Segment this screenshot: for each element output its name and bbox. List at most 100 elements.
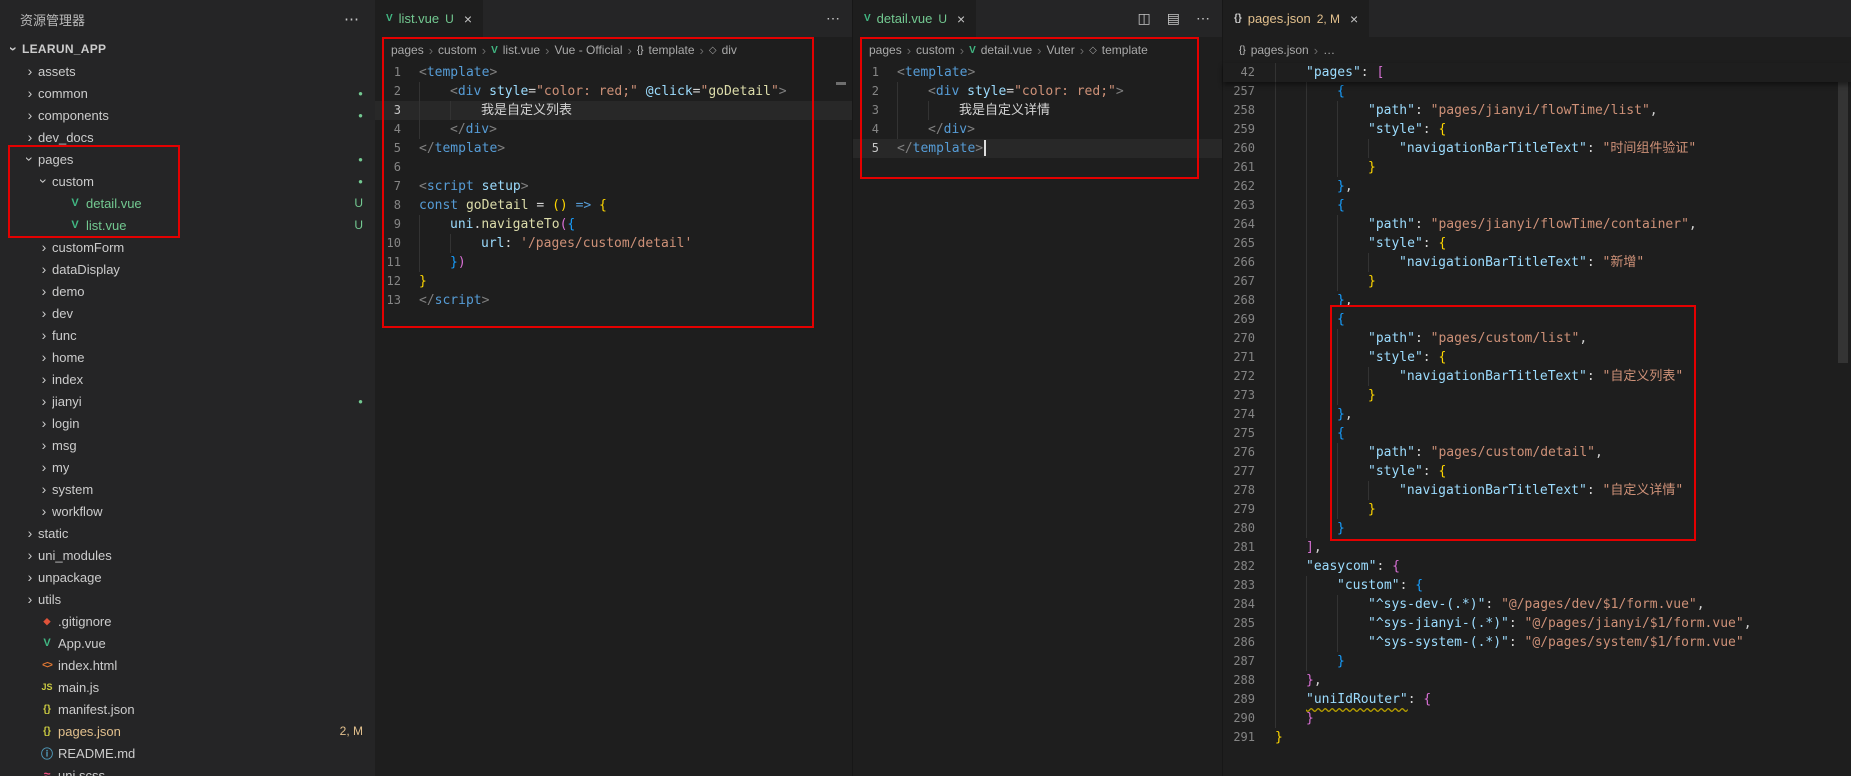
code-line[interactable]: 13</script> (375, 291, 852, 310)
code-line[interactable]: 264"path": "pages/jianyi/flowTime/contai… (1223, 215, 1851, 234)
breadcrumb-item[interactable]: pages (869, 43, 902, 57)
code-line[interactable]: 275{ (1223, 424, 1851, 443)
tree-item-jianyi[interactable]: ›jianyi● (0, 390, 375, 412)
tree-item-pages[interactable]: ›pages● (0, 148, 375, 170)
code-line[interactable]: 260"navigationBarTitleText": "时间组件验证" (1223, 139, 1851, 158)
breadcrumb-item[interactable]: {}template (637, 43, 695, 57)
code-line[interactable]: 291} (1223, 728, 1851, 747)
tree-item-login[interactable]: ›login (0, 412, 375, 434)
tree-item-utils[interactable]: ›utils (0, 588, 375, 610)
code-line[interactable]: 274}, (1223, 405, 1851, 424)
breadcrumb-item[interactable]: custom (916, 43, 955, 57)
code-line[interactable]: 2<div style="color: red;" @click="goDeta… (375, 82, 852, 101)
tree-item-custom[interactable]: ›custom● (0, 170, 375, 192)
layout-icon[interactable]: ▤ (1167, 10, 1180, 27)
tree-item-msg[interactable]: ›msg (0, 434, 375, 456)
code-line[interactable]: 8const goDetail = () => { (375, 196, 852, 215)
code-line[interactable]: 279} (1223, 500, 1851, 519)
code-line[interactable]: 7<script setup> (375, 177, 852, 196)
code-line[interactable]: 286"^sys-system-(.*)": "@/pages/system/$… (1223, 633, 1851, 652)
tree-item-dataDisplay[interactable]: ›dataDisplay (0, 258, 375, 280)
breadcrumb-item[interactable]: {}pages.json (1239, 43, 1309, 57)
breadcrumb-item[interactable]: Vuter (1046, 43, 1074, 57)
tree-item-dev[interactable]: ›dev (0, 302, 375, 324)
code-line[interactable]: 1<template> (853, 63, 1222, 82)
close-icon[interactable]: × (957, 11, 965, 27)
code-line[interactable]: 281], (1223, 538, 1851, 557)
code-line[interactable]: 283"custom": { (1223, 576, 1851, 595)
code-line[interactable]: 272"navigationBarTitleText": "自定义列表" (1223, 367, 1851, 386)
tree-item-uni.scss[interactable]: ≈uni.scss (0, 764, 375, 776)
tab-list.vue[interactable]: Vlist.vueU× (375, 0, 484, 37)
tree-item-system[interactable]: ›system (0, 478, 375, 500)
tree-item-App.vue[interactable]: VApp.vue (0, 632, 375, 654)
tree-item-static[interactable]: ›static (0, 522, 375, 544)
code-line[interactable]: 261} (1223, 158, 1851, 177)
breadcrumb-item[interactable]: pages (391, 43, 424, 57)
tree-item-detail.vue[interactable]: Vdetail.vueU (0, 192, 375, 214)
breadcrumb-item[interactable]: … (1323, 43, 1335, 57)
breadcrumb-item[interactable]: custom (438, 43, 477, 57)
close-icon[interactable]: × (464, 11, 472, 27)
tree-item-uni_modules[interactable]: ›uni_modules (0, 544, 375, 566)
code-line[interactable]: 284"^sys-dev-(.*)": "@/pages/dev/$1/form… (1223, 595, 1851, 614)
code-editor[interactable]: 1<template>2<div style="color: red;" @cl… (375, 63, 852, 310)
more-icon[interactable]: ⋯ (1196, 10, 1210, 27)
code-line[interactable]: 263{ (1223, 196, 1851, 215)
tab-detail.vue[interactable]: Vdetail.vueU× (853, 0, 977, 37)
code-line[interactable]: 273} (1223, 386, 1851, 405)
code-line[interactable]: 6 (375, 158, 852, 177)
tree-item-unpackage[interactable]: ›unpackage (0, 566, 375, 588)
code-line[interactable]: 289"uniIdRouter": { (1223, 690, 1851, 709)
code-line[interactable]: 259"style": { (1223, 120, 1851, 139)
tree-item-assets[interactable]: ›assets (0, 60, 375, 82)
code-line[interactable]: 2<div style="color: red;"> (853, 82, 1222, 101)
code-line[interactable]: 1<template> (375, 63, 852, 82)
code-line[interactable]: 258"path": "pages/jianyi/flowTime/list", (1223, 101, 1851, 120)
split-icon[interactable]: ◫ (1138, 10, 1151, 27)
code-line[interactable]: 5</template> (853, 139, 1222, 158)
tree-item-index.html[interactable]: <>index.html (0, 654, 375, 676)
tree-item-manifest.json[interactable]: {}manifest.json (0, 698, 375, 720)
breadcrumb-item[interactable]: ◇div (709, 43, 737, 57)
code-line[interactable]: 3我是自定义详情 (853, 101, 1222, 120)
code-line[interactable]: 271"style": { (1223, 348, 1851, 367)
breadcrumb-item[interactable]: Vdetail.vue (969, 43, 1032, 57)
tree-item-dev_docs[interactable]: ›dev_docs (0, 126, 375, 148)
code-line[interactable]: 268}, (1223, 291, 1851, 310)
tree-item-common[interactable]: ›common● (0, 82, 375, 104)
tree-item-demo[interactable]: ›demo (0, 280, 375, 302)
tree-item-components[interactable]: ›components● (0, 104, 375, 126)
code-line[interactable]: 285"^sys-jianyi-(.*)": "@/pages/jianyi/$… (1223, 614, 1851, 633)
code-editor[interactable]: 1<template>2<div style="color: red;">3我是… (853, 63, 1222, 158)
code-line[interactable]: 269{ (1223, 310, 1851, 329)
tree-item-list.vue[interactable]: Vlist.vueU (0, 214, 375, 236)
code-line[interactable]: 9uni.navigateTo({ (375, 215, 852, 234)
breadcrumb-item[interactable]: ◇template (1089, 43, 1148, 57)
code-line[interactable]: 12} (375, 272, 852, 291)
tree-item-home[interactable]: ›home (0, 346, 375, 368)
code-line[interactable]: 266"navigationBarTitleText": "新增" (1223, 253, 1851, 272)
code-line[interactable]: 257{ (1223, 82, 1851, 101)
breadcrumb-item[interactable]: Vlist.vue (491, 43, 540, 57)
sticky-scroll-line[interactable]: 42"pages": [ (1223, 63, 1851, 82)
code-line[interactable]: 10url: '/pages/custom/detail' (375, 234, 852, 253)
code-line[interactable]: 4</div> (375, 120, 852, 139)
tree-item-pages.json[interactable]: {}pages.json2, M (0, 720, 375, 742)
code-line[interactable]: 287} (1223, 652, 1851, 671)
tab-pages.json[interactable]: {}pages.json2, M× (1223, 0, 1370, 37)
tree-item-workflow[interactable]: ›workflow (0, 500, 375, 522)
code-line[interactable]: 267} (1223, 272, 1851, 291)
tree-item-customForm[interactable]: ›customForm (0, 236, 375, 258)
code-line[interactable]: 282"easycom": { (1223, 557, 1851, 576)
tree-item-func[interactable]: ›func (0, 324, 375, 346)
code-line[interactable]: 3我是自定义列表 (375, 101, 852, 120)
code-line[interactable]: 290} (1223, 709, 1851, 728)
code-line[interactable]: 288}, (1223, 671, 1851, 690)
code-line[interactable]: 277"style": { (1223, 462, 1851, 481)
code-line[interactable]: 265"style": { (1223, 234, 1851, 253)
more-actions-icon[interactable]: ⋯ (344, 10, 359, 28)
code-line[interactable]: 4</div> (853, 120, 1222, 139)
code-line[interactable]: 278"navigationBarTitleText": "自定义详情" (1223, 481, 1851, 500)
tree-item-main.js[interactable]: JSmain.js (0, 676, 375, 698)
